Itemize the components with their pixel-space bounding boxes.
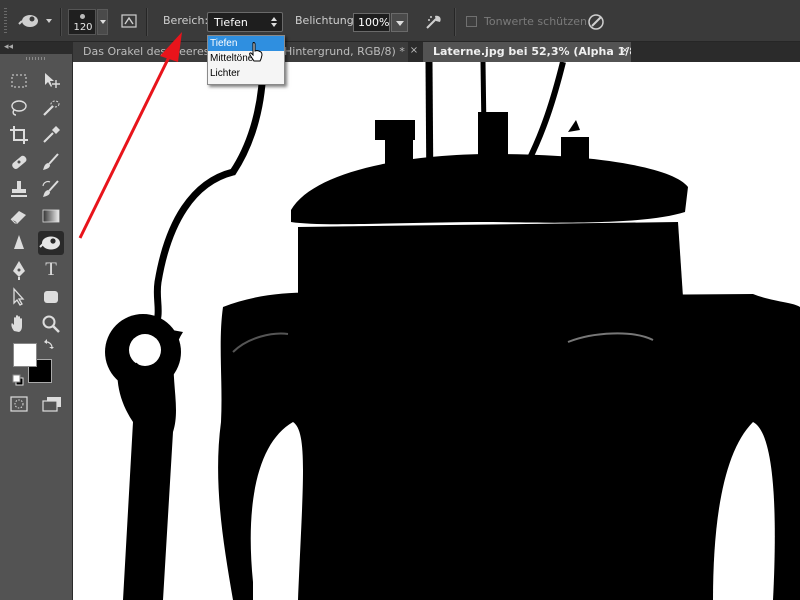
tools-panel: T	[0, 54, 73, 600]
pressure-size-toggle[interactable]	[586, 12, 606, 32]
protect-tones-label: Tonwerte schützen	[484, 15, 587, 28]
toolbar-grip[interactable]	[26, 57, 46, 60]
separator	[454, 8, 456, 36]
range-dropdown-menu: Tiefen Mitteltöne Lichter	[207, 35, 285, 85]
history-brush-tool[interactable]	[40, 178, 62, 200]
pressure-icon	[588, 14, 604, 30]
brush-tool[interactable]	[40, 151, 62, 173]
eyedropper-tool[interactable]	[40, 124, 62, 146]
brush-preset-dropdown-arrow[interactable]	[97, 9, 108, 35]
exposure-label: Belichtung:	[295, 14, 358, 27]
zoom-icon	[42, 315, 60, 333]
range-label: Bereich:	[163, 14, 209, 27]
lantern-image	[105, 62, 800, 600]
tool-preset-picker[interactable]	[18, 10, 54, 32]
move-tool[interactable]	[40, 70, 62, 92]
pen-tool[interactable]	[8, 259, 30, 281]
brush-size-box[interactable]: 120	[68, 9, 96, 35]
brush-size-value: 120	[73, 22, 93, 33]
hand-pointer-cursor-icon	[249, 42, 263, 62]
type-icon[interactable]: T	[40, 259, 62, 281]
clone-stamp-icon	[11, 181, 27, 197]
quick-selection-tool[interactable]	[40, 97, 62, 119]
gradient-tool[interactable]	[40, 205, 62, 227]
range-option-midtones[interactable]: Mitteltöne	[208, 51, 284, 66]
range-option-shadows[interactable]: Tiefen	[208, 36, 284, 51]
tab-label: Hintergrund, RGB/8) *	[284, 45, 405, 58]
clone-stamp-tool[interactable]	[8, 178, 30, 200]
range-select[interactable]: Tiefen	[207, 12, 283, 32]
default-colors-icon[interactable]	[12, 374, 24, 386]
gradient-icon	[42, 209, 60, 223]
burn-tool[interactable]	[38, 231, 64, 255]
blur-tool[interactable]	[8, 232, 30, 254]
eyedropper-icon	[43, 126, 60, 143]
marquee-tool[interactable]	[8, 70, 30, 92]
options-bar: 120 Bereich: Tiefen Belichtung: 100% Ton…	[0, 0, 800, 42]
blur-icon	[14, 235, 24, 249]
tab-label: Laterne.jpg bei 52,3% (Alpha 1/8) *	[433, 45, 631, 58]
collapse-toolbar-icon[interactable]: ◂◂	[4, 42, 13, 52]
spot-healing-tool[interactable]	[8, 151, 30, 173]
tab-label: Das Orakel des Meeres.p	[83, 45, 220, 58]
history-brush-icon	[42, 180, 59, 197]
path-selection-icon	[13, 287, 25, 306]
airbrush-icon	[426, 15, 441, 29]
eraser-tool[interactable]	[8, 205, 30, 227]
document-tabs: Das Orakel des Meeres.p Hintergrund, RGB…	[73, 42, 800, 62]
foreground-color-swatch[interactable]	[13, 343, 37, 367]
path-selection-tool[interactable]	[8, 286, 30, 308]
protect-tones-checkbox[interactable]	[466, 16, 477, 27]
separator	[60, 8, 62, 36]
range-select-value: Tiefen	[214, 16, 248, 29]
move-icon	[45, 73, 60, 88]
brush-preset-picker[interactable]: 120	[68, 9, 108, 35]
crop-tool[interactable]	[8, 124, 30, 146]
eraser-icon	[10, 211, 26, 224]
crop-icon	[10, 126, 28, 144]
zoom-tool[interactable]	[40, 313, 62, 335]
spot-healing-icon	[12, 155, 27, 169]
range-option-highlights[interactable]: Lichter	[208, 66, 284, 81]
document-canvas[interactable]	[73, 62, 800, 600]
close-icon[interactable]: ×	[409, 46, 419, 56]
rectangular-marquee-icon	[11, 74, 27, 88]
airbrush-toggle[interactable]	[424, 12, 444, 32]
screen-mode-icon[interactable]	[42, 396, 62, 412]
hand-tool[interactable]	[8, 313, 30, 335]
swap-colors-icon[interactable]	[43, 338, 55, 350]
brush-panel-icon	[121, 14, 137, 28]
lasso-tool[interactable]	[8, 97, 30, 119]
toolbar-header: ◂◂	[0, 42, 73, 54]
options-bar-grip[interactable]	[4, 8, 7, 34]
tab-laterne[interactable]: Laterne.jpg bei 52,3% (Alpha 1/8) *	[423, 42, 631, 62]
burn-icon	[39, 236, 60, 250]
brush-tip-icon	[80, 14, 85, 19]
hand-icon	[11, 315, 22, 332]
exposure-input[interactable]: 100%	[353, 13, 390, 32]
close-icon[interactable]: ×	[620, 46, 630, 56]
separator	[146, 8, 148, 36]
pen-icon	[13, 261, 25, 280]
shape-tool[interactable]	[40, 286, 62, 308]
quick-selection-icon	[43, 100, 60, 116]
burn-tool-icon	[18, 15, 52, 27]
brush-icon	[43, 153, 59, 170]
brush-panel-toggle[interactable]	[120, 12, 138, 30]
tab-orakel-continued[interactable]: Hintergrund, RGB/8) *	[284, 42, 408, 62]
shape-icon	[44, 291, 58, 303]
exposure-slider-toggle[interactable]	[391, 13, 408, 32]
quick-mask-icon[interactable]	[10, 396, 28, 412]
lasso-icon	[11, 100, 27, 116]
updown-arrows-icon	[271, 17, 277, 27]
